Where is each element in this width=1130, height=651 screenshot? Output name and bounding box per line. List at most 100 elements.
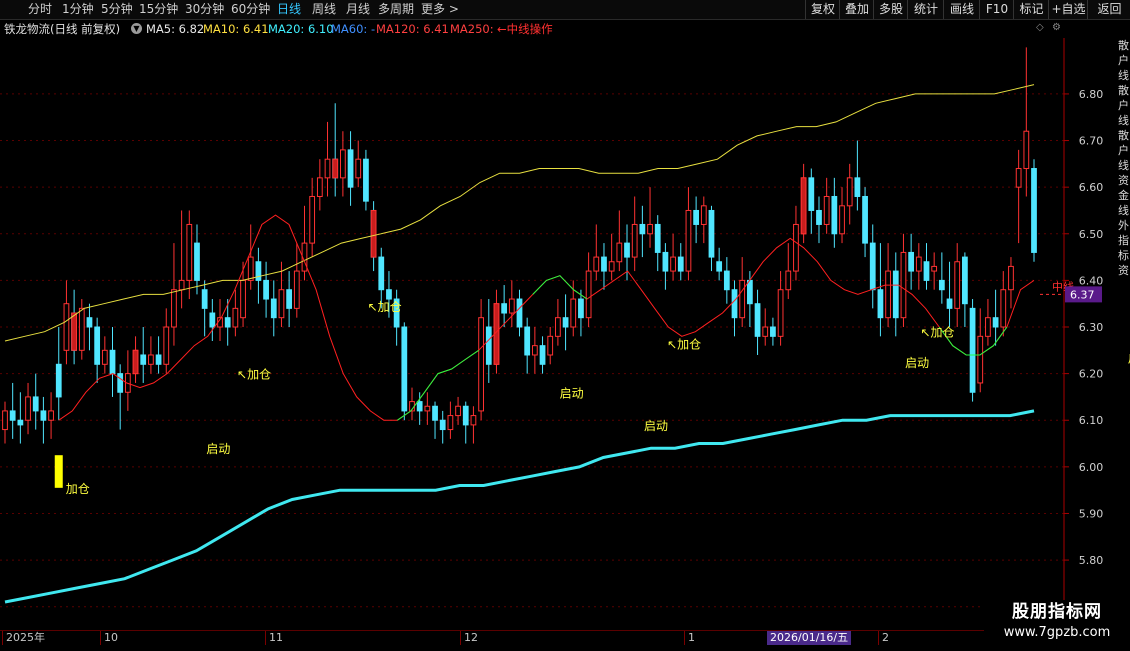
candle-body-down [263,279,269,300]
candle-body-up [309,195,316,244]
ma250-value: MA250: [450,22,494,36]
indicator-info-bar: 铁龙物流(日线 前复权) ▼ MA5: 6.82 MA10: 6.41 MA20… [0,20,1060,38]
candle-body-down [462,405,469,426]
period-tab-6[interactable]: 日线 [277,0,301,19]
period-tab-4[interactable]: 30分钟 [185,0,224,19]
expand-diamond-icon[interactable]: ◇ [1036,23,1046,33]
toolbar-button-8[interactable]: 返回 [1087,0,1130,19]
stock-title: 铁龙物流(日线 前复权) [4,22,121,36]
period-tab-7[interactable]: 周线 [312,0,336,19]
candle-body-down [601,256,607,272]
tick-label: 6.60 [1079,181,1104,194]
period-tab-0[interactable]: 分时 [28,0,52,19]
signal-ma-green-segment [532,275,588,300]
period-tab-9[interactable]: 多周期 [378,0,414,19]
candle-body-down [946,298,953,309]
candle-body-down [117,373,124,393]
candle-body-up [63,303,70,351]
candle-body-up [240,279,246,319]
legend-char: 散 [1118,129,1129,142]
candle-body-up [78,307,85,351]
candle-body-down [770,326,776,337]
candle-body-up [293,270,300,309]
candle-body-up [608,261,615,272]
legend-char: 外 [1118,219,1129,232]
candle-body-down [693,209,699,225]
candle-body-down [892,270,899,319]
candle-body-down [209,312,216,328]
candle-body-up [232,307,239,328]
candle-body-down [270,298,277,319]
period-toolbar: 分时 1分钟 5分钟 15分钟 30分钟 60分钟 日线 周线 月线 多周期 更多 > 复权 叠加 多股统… [0,0,1130,20]
candle-body-down [516,298,523,328]
watermark-url: www.7gpzb.com [1003,625,1111,640]
toolbar-button-6[interactable]: 标记 [1013,0,1049,19]
signal-bar [54,455,63,488]
candle-body-up [25,396,31,421]
candle-body-up [777,289,784,337]
candle-body-up [985,317,991,337]
candle-body-down [363,158,369,202]
candle-body-up [355,158,362,179]
candle-body-up [839,205,845,235]
candle-body-strong [132,349,139,375]
candle-body-up [700,205,707,225]
toolbar-button-0[interactable]: 复权 [805,0,840,19]
cyan-ma-line [4,409,1035,604]
toolbar-button-4[interactable]: 画线 [943,0,980,19]
candle-body-up [2,410,8,431]
candle-body-up [1000,289,1007,328]
candle-body-down [9,410,16,421]
candle-body-down [386,289,392,300]
period-tab-3[interactable]: 15分钟 [139,0,178,19]
month-label: 12 [460,631,478,645]
ma10-value: MA10: 6.41 [203,22,269,36]
candle-body-down [938,279,945,291]
toolbar-button-3[interactable]: 统计 [907,0,944,19]
signal-label: 加仓 [66,482,90,496]
signal-label: 启动 [905,356,929,370]
candle-body-down [286,289,293,309]
toolbar-button-5[interactable]: F10 [979,0,1014,19]
candle-body-down [86,317,93,328]
candle-body-down [439,419,446,431]
legend-char: 户 [1118,99,1129,112]
month-label: 2025年 [2,631,45,645]
signal-label: ↖加仓 [237,368,271,382]
legend-char: 资 [1118,174,1129,187]
period-tab-8[interactable]: 月线 [346,0,370,19]
candle-body-down [962,256,968,305]
candle-body-up [785,270,792,291]
watermark: 股朋指标网 www.7gpzb.com [984,600,1130,644]
candle-body-down [539,345,546,365]
candle-body-up [316,177,323,197]
toolbar-button-2[interactable]: 多股 [873,0,908,19]
candle-body-down [831,195,838,235]
legend-char: 散 [1118,39,1129,52]
tick-label: 6.30 [1079,321,1104,334]
candle-body-down [708,209,715,258]
toolbar-button-7[interactable]: +自选 [1048,0,1088,19]
candle-body-up [823,195,830,225]
candle-body-down [140,354,147,365]
legend-char: 资 [1118,264,1129,277]
signal-label: 启动 [206,442,230,456]
kline-chart[interactable]: 5.705.805.906.006.106.206.306.406.506.60… [0,38,1130,630]
settings-circle-icon[interactable]: ▼ [131,23,142,34]
settings-gear-icon[interactable]: ⚙ [1052,23,1062,33]
strategy-note: ←中线操作 [497,22,553,36]
candle-body-up [470,415,477,426]
period-tab-1[interactable]: 1分钟 [62,0,94,19]
candle-body-down [109,349,116,375]
candle-body-up [570,298,577,328]
toolbar-button-1[interactable]: 叠加 [839,0,874,19]
candle-body-down [578,298,584,319]
tick-label: 5.80 [1079,554,1104,567]
candle-body-down [17,419,24,426]
time-axis: 2026/01/16/五 2025年 10 11 12 1 2 [0,630,1130,651]
signal-label: 启动 [644,419,668,433]
period-tab-10[interactable]: 更多 > [421,0,459,19]
period-tab-5[interactable]: 60分钟 [231,0,270,19]
period-tab-2[interactable]: 5分钟 [101,0,133,19]
candle-body-up [931,265,938,272]
